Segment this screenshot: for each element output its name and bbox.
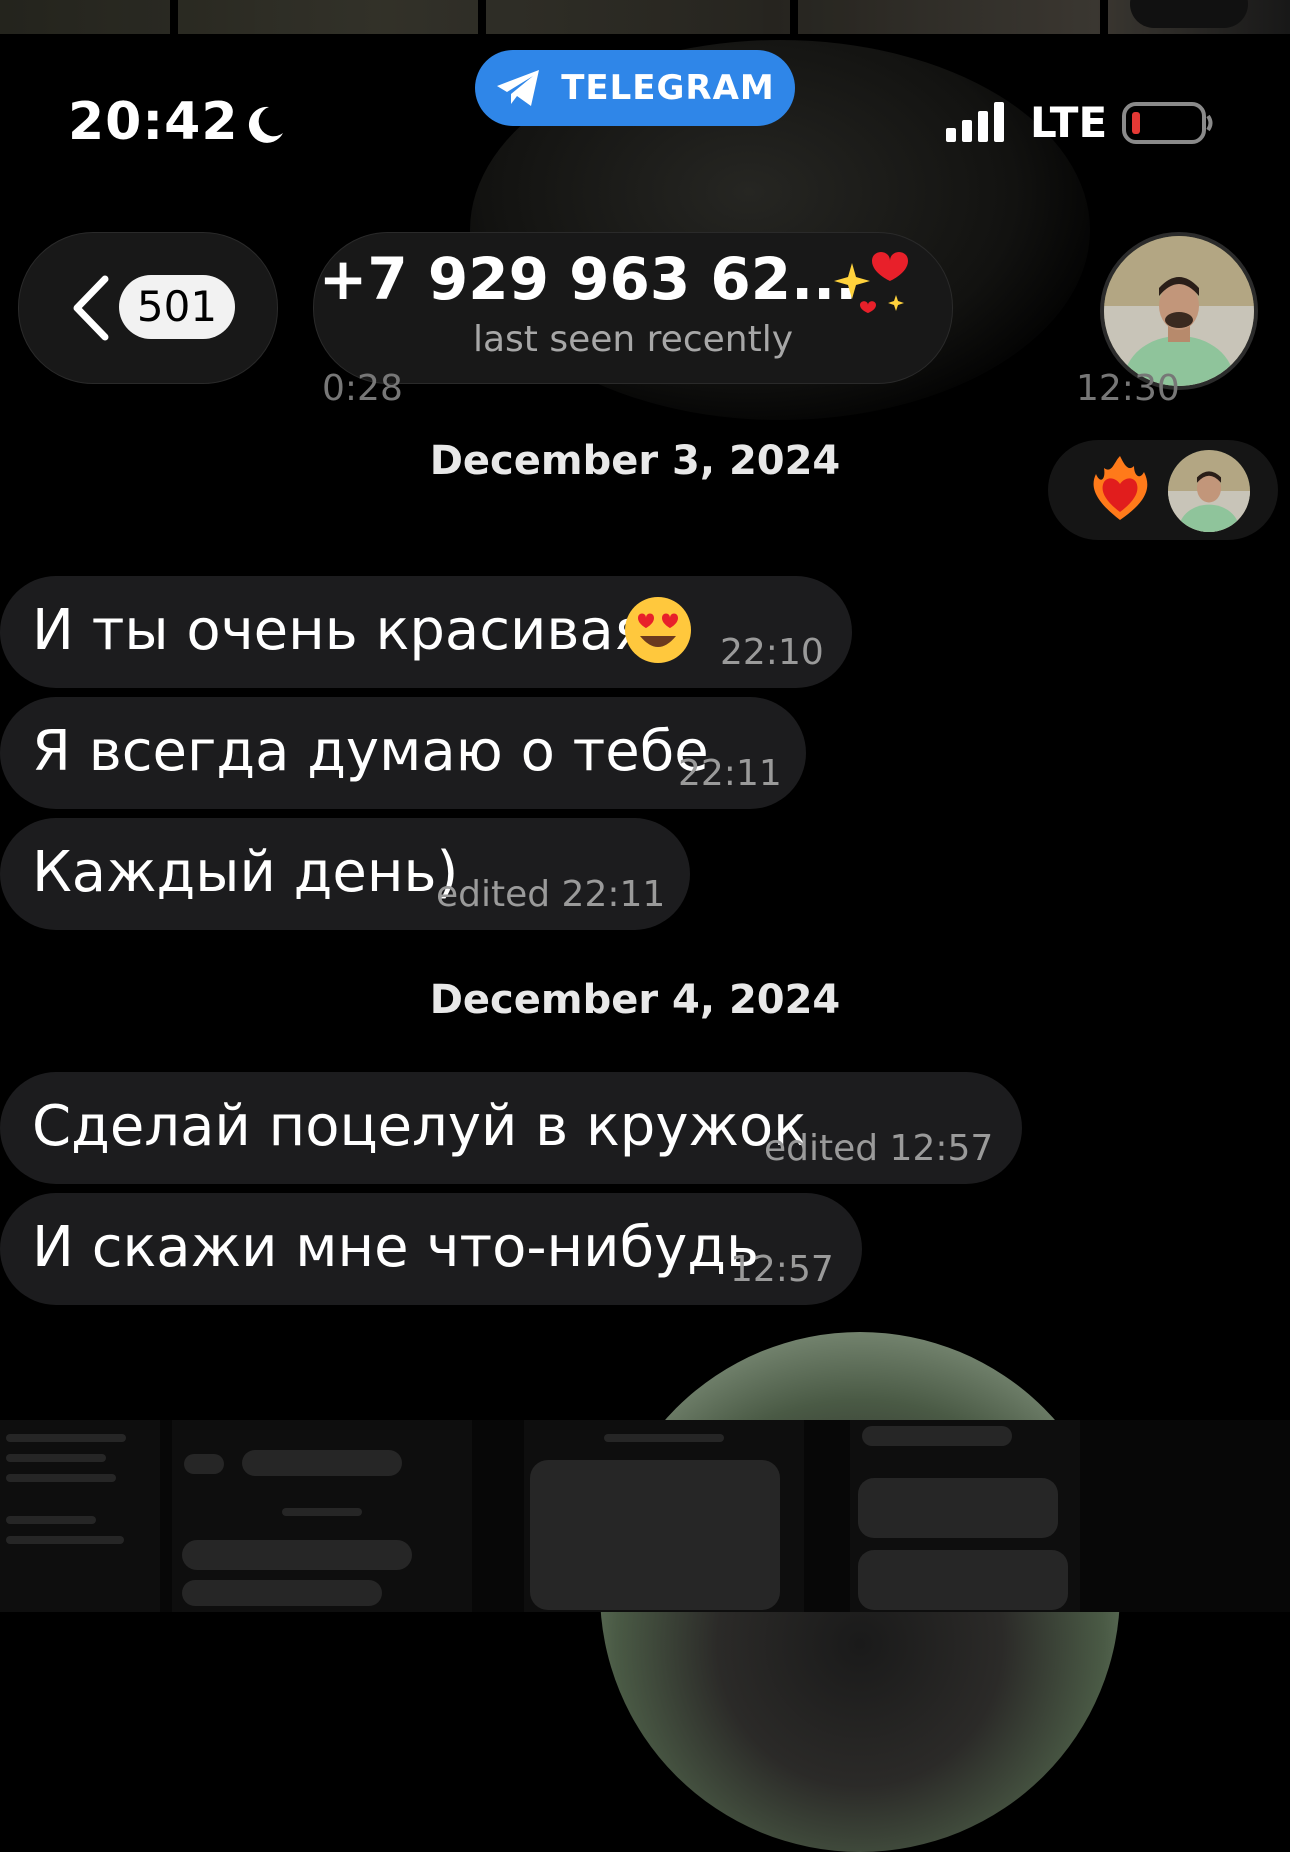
message-text: Сделай поцелуй в кружок [32, 1094, 808, 1159]
screenshot-thumbnails [0, 1420, 1290, 1612]
chevron-left-icon [73, 275, 109, 341]
incoming-message[interactable]: И скажи мне что-нибудь 12:57 [0, 1193, 862, 1305]
chat-title-button[interactable]: +7 929 963 62... last seen recently [313, 232, 953, 384]
message-time: 22:11 [678, 753, 782, 794]
thumbnail[interactable] [524, 1420, 804, 1612]
incoming-message[interactable]: Я всегда думаю о тебе 22:11 [0, 697, 806, 809]
telegram-plane-icon [497, 70, 540, 106]
message-time: 22:10 [720, 632, 824, 673]
status-time: 20:42 [68, 92, 239, 152]
previous-message-time: 12:30 [1076, 368, 1180, 409]
thumbnail[interactable] [0, 1420, 160, 1612]
battery-low-icon [1122, 102, 1213, 144]
contact-avatar[interactable] [1100, 232, 1258, 390]
incoming-message[interactable]: И ты очень красивая 22:10 [0, 576, 852, 688]
message-text: Я всегда думаю о тебе [32, 719, 709, 784]
moon-icon [248, 106, 283, 143]
date-separator: December 4, 2024 [429, 977, 841, 1023]
message-time: edited 12:57 [764, 1128, 994, 1169]
message-time: 12:57 [730, 1249, 834, 1290]
incoming-message[interactable]: Сделай поцелуй в кружок edited 12:57 [0, 1072, 1022, 1184]
previous-screenshot-strip [0, 0, 1290, 34]
message-time: edited 22:11 [436, 874, 666, 915]
heart-on-fire-icon [1093, 456, 1148, 520]
message-text: Каждый день) [32, 840, 459, 905]
sparkling-heart-icon [834, 252, 908, 313]
signal-icon [946, 102, 1004, 142]
incoming-message[interactable]: Каждый день) edited 22:11 [0, 818, 690, 930]
message-text: И ты очень красивая [32, 598, 648, 663]
back-button[interactable]: 501 [18, 232, 278, 384]
thumbnail[interactable] [172, 1420, 472, 1612]
telegram-pill-label: TELEGRAM [561, 68, 775, 108]
network-type: LTE [1030, 98, 1108, 147]
previous-message-time: 0:28 [322, 368, 403, 409]
unread-count-badge: 501 [119, 275, 235, 339]
heart-eyes-emoji-icon [625, 597, 691, 663]
last-seen-status: last seen recently [472, 319, 794, 360]
reactor-avatar [1168, 450, 1250, 532]
telegram-app-pill[interactable]: TELEGRAM [475, 50, 795, 126]
message-text: И скажи мне что-нибудь [32, 1215, 759, 1280]
avatar-photo [1104, 236, 1254, 386]
thumbnail[interactable] [850, 1420, 1080, 1612]
reaction-chip[interactable] [1048, 440, 1278, 540]
page-indicator-pill [1130, 0, 1248, 28]
